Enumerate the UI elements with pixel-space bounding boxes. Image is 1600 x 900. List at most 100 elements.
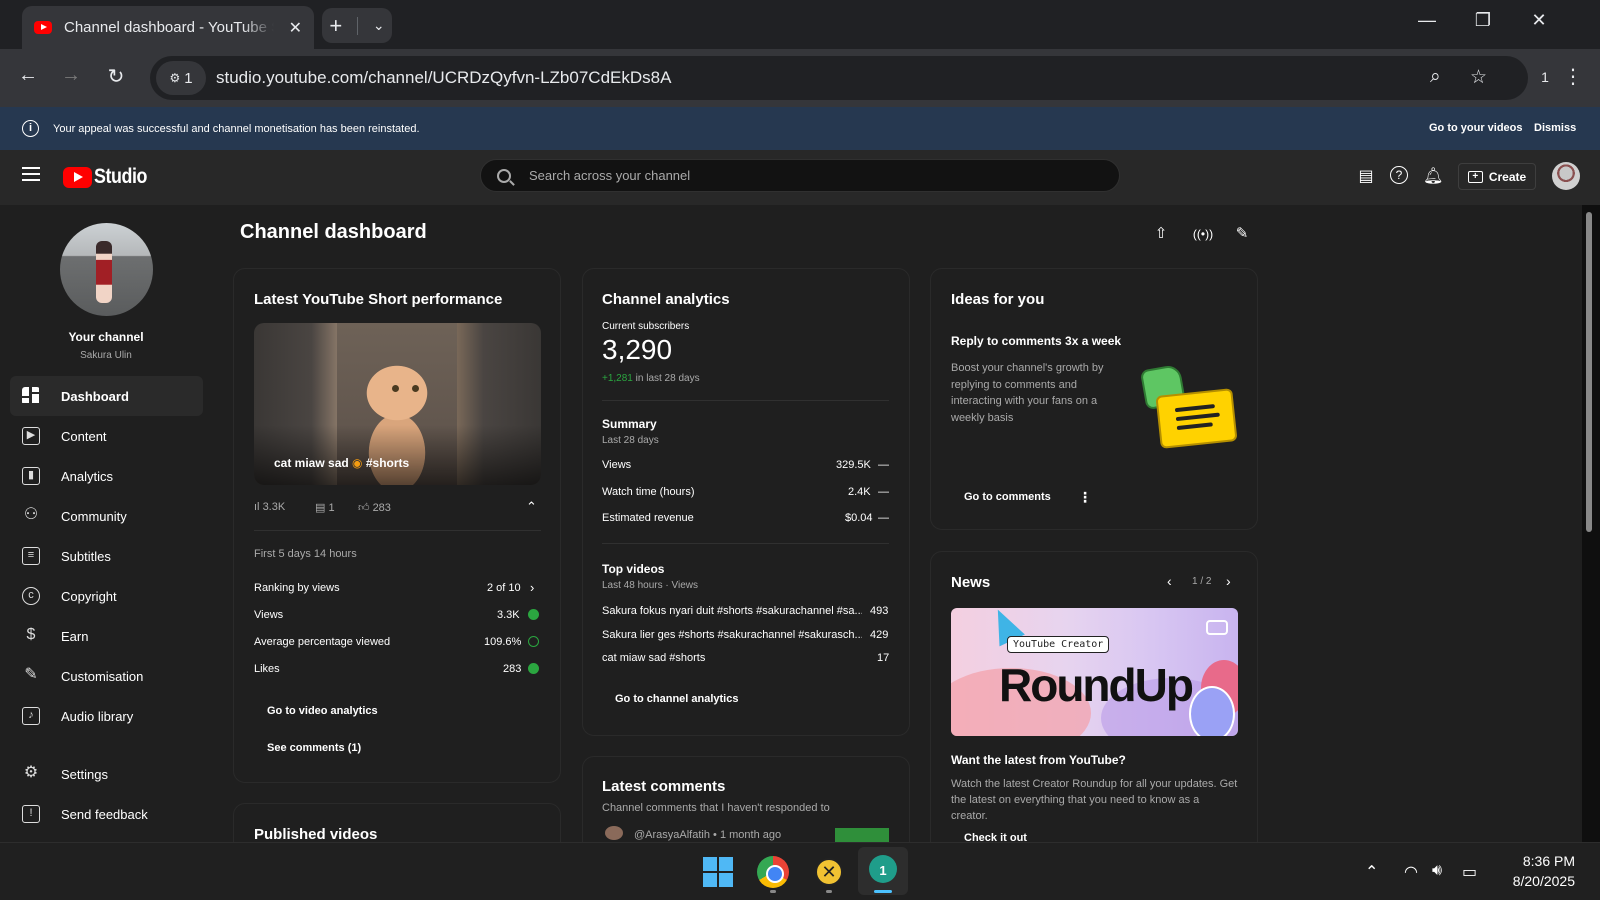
sidebar-item-analytics[interactable]: ▮ Analytics [10, 456, 203, 496]
channel-avatar[interactable] [60, 223, 153, 316]
balloon-icon [1189, 686, 1235, 736]
tab-close-icon[interactable]: ✕ [289, 18, 302, 38]
profile-count[interactable]: 1 [1530, 69, 1560, 85]
sidebar-item-dashboard[interactable]: Dashboard [10, 376, 203, 416]
go-to-videos-button[interactable]: Go to your videos [1429, 122, 1523, 134]
channel-name[interactable]: Your channel [0, 330, 212, 344]
active-app-button[interactable]: 1 [858, 847, 908, 895]
youtube-outline-icon [1206, 620, 1228, 635]
sidebar-item-content[interactable]: ▶ Content [10, 416, 203, 456]
wifi-icon[interactable]: ◠ [1404, 862, 1418, 882]
go-live-icon[interactable]: ((•)) [1188, 219, 1218, 249]
volume-icon[interactable]: 🔊︎ [1432, 862, 1442, 880]
search-input[interactable]: Search across your channel [480, 159, 1120, 192]
trend-dash: — [878, 459, 889, 471]
page-title: Channel dashboard [240, 221, 427, 243]
create-button[interactable]: + Create [1458, 163, 1536, 190]
back-button[interactable]: ← [13, 64, 43, 87]
go-to-video-analytics-button[interactable]: Go to video analytics [267, 705, 378, 717]
metric-label: Ranking by views [254, 582, 340, 594]
news-image[interactable]: YouTube Creator RoundUp [951, 608, 1238, 736]
minimize-button[interactable]: — [1412, 10, 1442, 31]
top-video-views: 429 [870, 629, 889, 641]
metric-value: 2 of 10 [487, 582, 521, 594]
top-video-views: 493 [870, 605, 889, 617]
windows-start-icon[interactable] [703, 857, 733, 887]
summary-period: Last 28 days [602, 435, 659, 446]
sidebar-item-subtitles[interactable]: ≡ Subtitles [10, 536, 203, 576]
system-clock[interactable]: 8:36 PM 8/20/2025 [1460, 851, 1575, 891]
new-tab-button[interactable]: + [329, 13, 342, 39]
news-body: Watch the latest Creator Roundup for all… [951, 778, 1238, 822]
top-videos-period: Last 48 hours · Views [602, 580, 698, 591]
account-avatar[interactable] [1552, 162, 1580, 190]
sidebar-item-copyright[interactable]: c Copyright [10, 576, 203, 616]
sidebar-item-community[interactable]: ⚇ Community [10, 496, 203, 536]
see-comments-button[interactable]: See comments (1) [267, 742, 361, 754]
published-videos-title: Published videos [254, 826, 378, 843]
tray-chevron-up-icon[interactable]: ⌃ [1365, 862, 1378, 882]
views-stat: ıl 3.3K [254, 501, 286, 513]
reload-button[interactable]: ↻ [101, 64, 131, 89]
check-it-out-button[interactable]: Check it out [964, 832, 1027, 842]
community-icon: ⚇ [23, 506, 39, 523]
restore-button[interactable]: ❐ [1468, 10, 1498, 31]
sidebar-item-audio-library[interactable]: ♪ Audio library [10, 696, 203, 736]
chrome-app-icon[interactable] [757, 856, 789, 888]
short-thumbnail[interactable]: cat miaw sad ◉ #shorts [254, 323, 541, 485]
feedback-message-icon[interactable]: ▤ [1356, 166, 1376, 186]
tab-title: Channel dashboard - YouTube Studio [64, 19, 274, 36]
go-to-channel-analytics-button[interactable]: Go to channel analytics [615, 693, 738, 705]
bookmark-star-icon[interactable]: ☆ [1470, 66, 1487, 89]
menu-hamburger-icon[interactable] [22, 167, 40, 181]
browser-tab[interactable]: Channel dashboard - YouTube Studio ✕ [22, 6, 314, 49]
top-video-title[interactable]: Sakura lier ges #shorts #sakurachannel #… [602, 629, 862, 641]
top-video-title[interactable]: cat miaw sad #shorts [602, 652, 862, 664]
studio-logo[interactable]: Studio [63, 165, 156, 189]
ideas-heading: Reply to comments 3x a week [951, 334, 1122, 348]
zoom-icon[interactable]: ⌕ [1430, 66, 1441, 88]
news-next-chevron-icon[interactable]: › [1226, 573, 1231, 589]
metric-value: 283 [503, 663, 522, 675]
ideas-card-title: Ideas for you [951, 291, 1045, 308]
new-tab-group: + ⌄ [322, 8, 392, 43]
forward-button[interactable]: → [56, 64, 86, 87]
page-scrollbar[interactable] [1586, 212, 1592, 532]
dismiss-button[interactable]: Dismiss [1534, 122, 1576, 134]
short-period: First 5 days 14 hours [254, 548, 357, 560]
address-bar[interactable]: ⚙ 1 studio.youtube.com/channel/UCRDzQyfvn… [150, 56, 1528, 100]
sidebar-item-earn[interactable]: $ Earn [10, 616, 203, 656]
info-icon: i [22, 120, 39, 137]
copyright-icon: c [22, 587, 40, 605]
tab-search-chevron-icon[interactable]: ⌄ [373, 17, 385, 34]
sidebar-item-settings[interactable]: ⚙ Settings [10, 754, 203, 794]
chevron-right-icon[interactable]: › [530, 580, 534, 595]
commenter-avatar[interactable] [605, 826, 623, 840]
close-window-button[interactable]: ✕ [1524, 10, 1554, 31]
comment-video-thumbnail[interactable] [835, 828, 889, 842]
go-to-comments-button[interactable]: Go to comments [964, 491, 1051, 503]
latest-comments-subtitle: Channel comments that I haven't responde… [602, 802, 830, 814]
youtube-logo-icon [63, 166, 92, 188]
upload-icon[interactable]: ⇧ [1146, 219, 1176, 249]
app-icon[interactable]: ✕ [815, 858, 843, 886]
sidebar-item-customisation[interactable]: ✎ Customisation [10, 656, 203, 696]
top-video-title[interactable]: Sakura fokus nyari duit #shorts #sakurac… [602, 605, 862, 617]
summary-label: Views [602, 459, 632, 471]
collapse-chevron-icon[interactable]: ⌃ [526, 499, 537, 515]
sidebar-item-send-feedback[interactable]: ! Send feedback [10, 794, 203, 834]
metric-value: 3.3K [497, 609, 520, 621]
browser-menu-icon[interactable]: ⋮ [1558, 64, 1588, 89]
url-text[interactable]: studio.youtube.com/channel/UCRDzQyfvn-LZ… [216, 68, 671, 88]
metric-label: Average percentage viewed [254, 636, 391, 648]
summary-value: $0.04 [845, 512, 873, 524]
likes-stat: 👍︎ 283 [358, 502, 391, 514]
notifications-bell-icon[interactable]: 🔔︎ [1423, 166, 1443, 186]
latest-comments-title: Latest comments [602, 778, 726, 795]
emoji-icon: ◉ [352, 456, 363, 470]
site-info-button[interactable]: ⚙ 1 [156, 61, 206, 95]
create-post-icon[interactable]: ✎ [1227, 219, 1257, 249]
news-prev-chevron-icon[interactable]: ‹ [1167, 573, 1172, 589]
more-options-icon[interactable]: ⋮ [1078, 489, 1092, 506]
help-icon[interactable]: ? [1390, 166, 1408, 184]
